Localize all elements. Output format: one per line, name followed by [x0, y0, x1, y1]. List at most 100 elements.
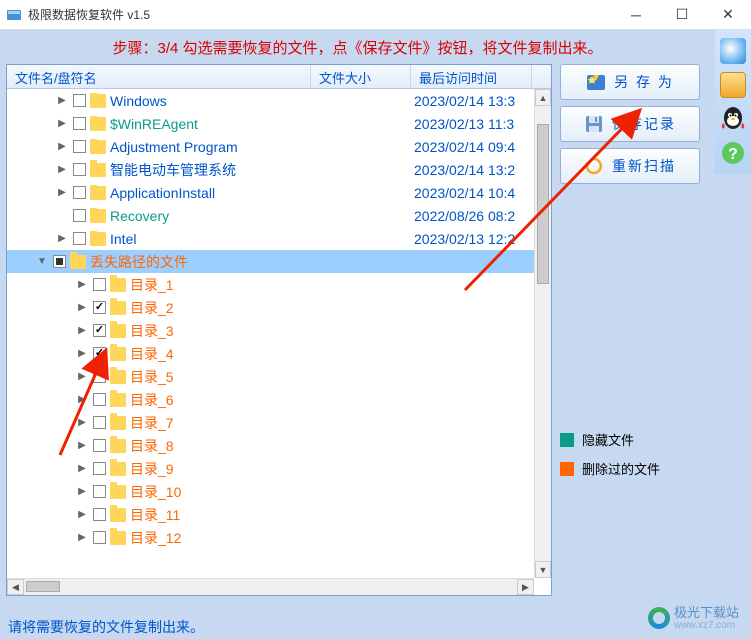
expander-icon[interactable]: ▶ [75, 508, 89, 522]
scroll-right-arrow[interactable]: ▶ [517, 579, 534, 595]
tree-item-label: 智能电动车管理系统 [110, 160, 236, 180]
expander-icon[interactable]: ▶ [75, 301, 89, 315]
checkbox[interactable] [93, 370, 106, 383]
checkbox[interactable] [93, 393, 106, 406]
tree-row[interactable]: Recovery2022/08/26 08:2 [7, 204, 534, 227]
expander-icon[interactable]: ▶ [75, 347, 89, 361]
checkbox[interactable] [93, 485, 106, 498]
scroll-left-arrow[interactable]: ◀ [7, 579, 24, 595]
tree-body[interactable]: ▶Windows2023/02/14 13:3▶$WinREAgent2023/… [7, 89, 534, 578]
expander-icon[interactable]: ▶ [75, 531, 89, 545]
tree-row[interactable]: ▶Adjustment Program2023/02/14 09:4 [7, 135, 534, 158]
legend-hidden-label: 隐藏文件 [582, 430, 634, 449]
checkbox[interactable] [73, 186, 86, 199]
checkbox[interactable] [73, 163, 86, 176]
expander-icon[interactable]: ▶ [55, 232, 69, 246]
checkbox[interactable] [73, 94, 86, 107]
tree-row[interactable]: ▶Intel2023/02/13 12:2 [7, 227, 534, 250]
tree-row[interactable]: ▶Windows2023/02/14 13:3 [7, 89, 534, 112]
expander-icon[interactable]: ▶ [75, 485, 89, 499]
checkbox[interactable] [93, 439, 106, 452]
tree-row[interactable]: ▶ 目录_8 [7, 434, 534, 457]
expander-icon[interactable]: ▶ [75, 462, 89, 476]
tree-row[interactable]: ▶ApplicationInstall2023/02/14 10:4 [7, 181, 534, 204]
tree-row[interactable]: ▶目录_11 [7, 503, 534, 526]
scroll-down-arrow[interactable]: ▼ [535, 561, 551, 578]
tree-item-label: 目录_8 [130, 436, 174, 456]
expander-icon[interactable]: ▶ [55, 117, 69, 131]
expander-icon[interactable]: ▶ [75, 416, 89, 430]
tree-row[interactable]: ▶目录_10 [7, 480, 534, 503]
status-bar: 请将需要恢复的文件复制出来。 [0, 615, 715, 639]
checkbox[interactable] [93, 531, 106, 544]
legend: 隐藏文件 删除过的文件 [560, 430, 700, 488]
expander-icon[interactable]: ▶ [75, 439, 89, 453]
maximize-button[interactable]: ☐ [659, 0, 705, 30]
tree-item-date: 2023/02/13 12:2 [414, 231, 534, 247]
scroll-thumb-h[interactable] [26, 581, 60, 592]
scroll-thumb-v[interactable] [537, 124, 549, 284]
checkbox[interactable] [73, 232, 86, 245]
expander-icon[interactable]: ▶ [55, 163, 69, 177]
star-save-icon [586, 72, 606, 92]
checkbox[interactable] [53, 255, 66, 268]
qq-icon[interactable] [720, 106, 746, 132]
checkbox[interactable] [93, 416, 106, 429]
folder-icon [110, 301, 126, 315]
tree-row[interactable]: ▼丢失路径的文件 [7, 250, 534, 273]
tree-row[interactable]: ▶目录_12 [7, 526, 534, 549]
checkbox[interactable] [93, 462, 106, 475]
tree-row[interactable]: ▶ 目录_9 [7, 457, 534, 480]
expander-icon[interactable]: ▶ [75, 370, 89, 384]
tree-row[interactable]: ▶ 目录_6 [7, 388, 534, 411]
column-name[interactable]: 文件名/盘符名 [7, 65, 311, 88]
checkbox[interactable] [93, 278, 106, 291]
legend-deleted-label: 删除过的文件 [582, 459, 660, 478]
folder-icon [70, 255, 86, 269]
checkbox[interactable] [93, 301, 106, 314]
minimize-button[interactable]: ─ [613, 0, 659, 30]
side-icon-1[interactable] [720, 38, 746, 64]
checkbox[interactable] [93, 324, 106, 337]
expander-icon[interactable]: ▶ [75, 393, 89, 407]
expander-icon[interactable]: ▶ [55, 94, 69, 108]
vertical-scrollbar[interactable]: ▲ ▼ [534, 89, 551, 578]
tree-row[interactable]: ▶目录_2 [7, 296, 534, 319]
checkbox[interactable] [73, 140, 86, 153]
tree-item-label: Recovery [110, 208, 169, 224]
tree-row[interactable]: ▶$WinREAgent2023/02/13 11:3 [7, 112, 534, 135]
checkbox[interactable] [73, 209, 86, 222]
expander-icon[interactable]: ▶ [55, 140, 69, 154]
close-button[interactable]: ✕ [705, 0, 751, 30]
expander-icon[interactable]: ▶ [55, 186, 69, 200]
expander-icon[interactable]: ▶ [75, 278, 89, 292]
save-log-button[interactable]: 保存记录 [560, 106, 700, 142]
tree-row[interactable]: ▶目录_4 [7, 342, 534, 365]
tree-row[interactable]: ▶智能电动车管理系统2023/02/14 13:2 [7, 158, 534, 181]
column-date[interactable]: 最后访问时间 [411, 65, 531, 88]
save-as-button[interactable]: 另 存 为 [560, 64, 700, 100]
tree-row[interactable]: ▶目录_3 [7, 319, 534, 342]
side-icon-2[interactable] [720, 72, 746, 98]
column-size[interactable]: 文件大小 [311, 65, 411, 88]
expander-icon[interactable] [55, 209, 69, 223]
help-icon[interactable]: ? [720, 140, 746, 166]
expander-icon[interactable]: ▼ [35, 255, 49, 269]
folder-icon [90, 94, 106, 108]
checkbox[interactable] [93, 508, 106, 521]
horizontal-scrollbar[interactable]: ◀ ▶ [7, 578, 534, 595]
watermark-logo-icon [648, 607, 670, 629]
checkbox[interactable] [93, 347, 106, 360]
expander-icon[interactable]: ▶ [75, 324, 89, 338]
tree-item-date: 2023/02/13 11:3 [414, 116, 534, 132]
folder-icon [110, 485, 126, 499]
tree-row[interactable]: ▶目录_5 [7, 365, 534, 388]
scroll-up-arrow[interactable]: ▲ [535, 89, 551, 106]
rescan-button[interactable]: 重新扫描 [560, 148, 700, 184]
tree-row[interactable]: ▶目录_7 [7, 411, 534, 434]
tree-item-label: 目录_6 [130, 390, 174, 410]
legend-deleted-swatch [560, 462, 574, 476]
checkbox[interactable] [73, 117, 86, 130]
tree-item-label: 目录_9 [130, 459, 174, 479]
tree-row[interactable]: ▶目录_1 [7, 273, 534, 296]
